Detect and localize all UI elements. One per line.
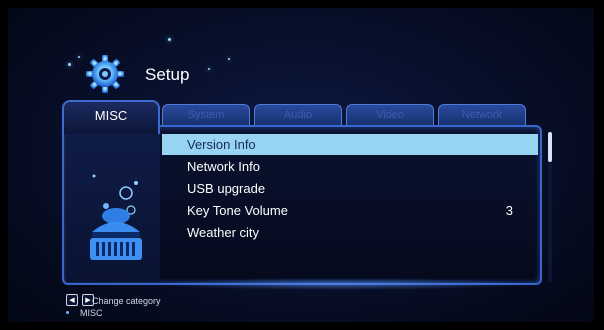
footer-key-hints: ◀ ▶ bbox=[66, 294, 94, 306]
setup-gear-icon bbox=[82, 52, 128, 96]
sparkle-dot bbox=[78, 56, 80, 58]
menu-item-label: USB upgrade bbox=[187, 181, 266, 196]
sparkle-dot bbox=[68, 63, 71, 66]
menu-item-weather-city[interactable]: Weather city bbox=[162, 222, 538, 243]
scrollbar-thumb[interactable] bbox=[548, 132, 552, 162]
sparkle-dot bbox=[208, 68, 210, 70]
menu-item-version-info[interactable]: Version Info bbox=[162, 134, 538, 155]
bullet-icon bbox=[66, 311, 69, 314]
tab-system[interactable]: System bbox=[162, 104, 250, 126]
toolbox-icon bbox=[90, 174, 142, 260]
menu-item-label: Network Info bbox=[187, 159, 260, 174]
menu-item-label: Version Info bbox=[187, 137, 256, 152]
footer-current-category: MISC bbox=[80, 308, 103, 318]
arrow-left-icon: ◀ bbox=[66, 294, 78, 306]
page-title: Setup bbox=[145, 65, 190, 84]
footer-hint-label: Change category bbox=[92, 296, 161, 306]
menu-item-label: Weather city bbox=[187, 225, 260, 240]
menu-item-usb-upgrade[interactable]: USB upgrade bbox=[162, 178, 538, 199]
sparkle-dot bbox=[228, 58, 230, 60]
tab-network[interactable]: Network bbox=[438, 104, 526, 126]
tab-misc[interactable]: MISC bbox=[62, 100, 160, 134]
sparkle-dot bbox=[168, 38, 171, 41]
tab-video[interactable]: Video bbox=[346, 104, 434, 126]
panel-glow bbox=[150, 278, 530, 290]
menu-item-label: Key Tone Volume bbox=[187, 203, 288, 218]
category-side-panel bbox=[66, 128, 160, 282]
menu-item-value: 3 bbox=[505, 203, 513, 218]
tab-audio[interactable]: Audio bbox=[254, 104, 342, 126]
menu-item-key-tone-volume[interactable]: Key Tone Volume 3 bbox=[162, 200, 538, 221]
settings-menu: Version Info Network Info USB upgrade Ke… bbox=[162, 134, 538, 244]
menu-item-network-info[interactable]: Network Info bbox=[162, 156, 538, 177]
